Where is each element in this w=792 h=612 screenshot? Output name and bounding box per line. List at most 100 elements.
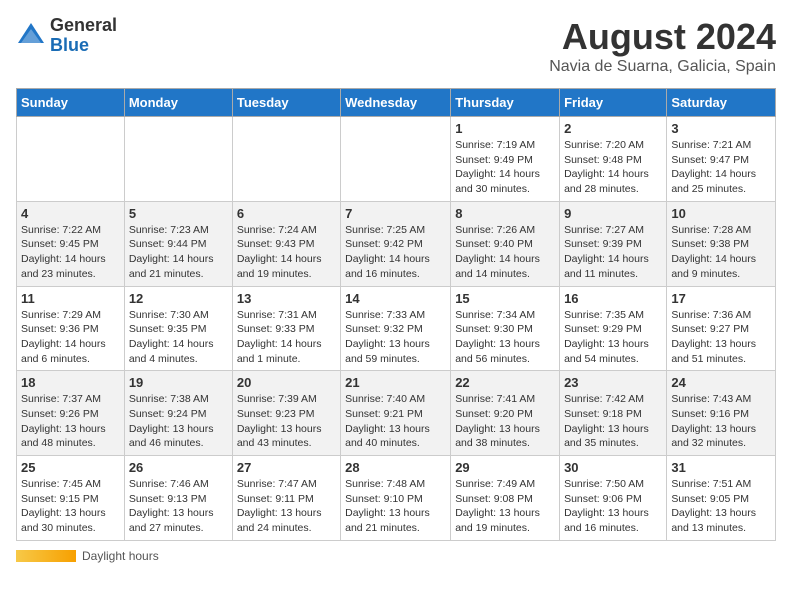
calendar-day-header: Thursday	[451, 89, 560, 117]
logo: General Blue	[16, 16, 117, 56]
calendar-cell: 28Sunrise: 7:48 AM Sunset: 9:10 PM Dayli…	[341, 456, 451, 541]
calendar-cell: 22Sunrise: 7:41 AM Sunset: 9:20 PM Dayli…	[451, 371, 560, 456]
day-number: 23	[564, 375, 662, 390]
day-number: 15	[455, 291, 555, 306]
daylight-bar	[16, 550, 76, 562]
day-info: Sunrise: 7:33 AM Sunset: 9:32 PM Dayligh…	[345, 308, 446, 367]
day-number: 27	[237, 460, 336, 475]
calendar-cell: 25 Sunrise: 7:45 AM Sunset: 9:15 PM Dayli…	[17, 456, 125, 541]
calendar-day-header: Saturday	[667, 89, 776, 117]
day-number: 4	[21, 206, 120, 221]
calendar-day-header: Friday	[560, 89, 667, 117]
day-info: Sunrise: 7:45 AM Sunset: 9:15 PM Dayligh…	[21, 477, 120, 536]
day-info: Sunrise: 7:49 AM Sunset: 9:08 PM Dayligh…	[455, 477, 555, 536]
day-number: 2	[564, 121, 662, 136]
day-info: Sunrise: 7:46 AM Sunset: 9:13 PM Dayligh…	[129, 477, 228, 536]
calendar-cell: 16 Sunrise: 7:35 AM Sunset: 9:29 PM Dayli…	[560, 286, 667, 371]
logo-general: General	[50, 16, 117, 36]
day-info: Sunrise: 7:35 AM Sunset: 9:29 PM Dayligh…	[564, 308, 662, 367]
day-number: 14	[345, 291, 446, 306]
day-number: 6	[237, 206, 336, 221]
calendar-header-row: SundayMondayTuesdayWednesdayThursdayFrid…	[17, 89, 776, 117]
day-number: 1	[455, 121, 555, 136]
title-block: August 2024 Navia de Suarna, Galicia, Sp…	[549, 16, 776, 76]
day-info: Sunrise: 7:34 AM Sunset: 9:30 PM Dayligh…	[455, 308, 555, 367]
day-info: Sunrise: 7:36 AM Sunset: 9:27 PM Dayligh…	[671, 308, 771, 367]
day-info: Sunrise: 7:19 AM Sunset: 9:49 PM Dayligh…	[455, 138, 555, 197]
calendar-cell: 1 Sunrise: 7:19 AM Sunset: 9:49 PM Daylig…	[451, 117, 560, 202]
day-info: Sunrise: 7:47 AM Sunset: 9:11 PM Dayligh…	[237, 477, 336, 536]
calendar-cell: 19 Sunrise: 7:38 AM Sunset: 9:24 PM Dayli…	[124, 371, 232, 456]
calendar-cell	[17, 117, 125, 202]
day-info: Sunrise: 7:26 AM Sunset: 9:40 PM Dayligh…	[455, 223, 555, 282]
calendar-cell: 3Sunrise: 7:21 AM Sunset: 9:47 PM Daylig…	[667, 117, 776, 202]
day-info: Sunrise: 7:48 AM Sunset: 9:10 PM Dayligh…	[345, 477, 446, 536]
logo-icon	[16, 21, 46, 51]
calendar-cell: 14 Sunrise: 7:33 AM Sunset: 9:32 PM Dayli…	[341, 286, 451, 371]
month-title: August 2024	[549, 16, 776, 58]
day-number: 22	[455, 375, 555, 390]
calendar-cell: 29 Sunrise: 7:49 AM Sunset: 9:08 PM Dayli…	[451, 456, 560, 541]
day-number: 19	[129, 375, 228, 390]
calendar-cell: 26 Sunrise: 7:46 AM Sunset: 9:13 PM Dayli…	[124, 456, 232, 541]
day-number: 17	[671, 291, 771, 306]
day-number: 9	[564, 206, 662, 221]
footer-note: Daylight hours	[16, 549, 776, 563]
day-info: Sunrise: 7:50 AM Sunset: 9:06 PM Dayligh…	[564, 477, 662, 536]
day-number: 30	[564, 460, 662, 475]
calendar-cell	[341, 117, 451, 202]
calendar-table: SundayMondayTuesdayWednesdayThursdayFrid…	[16, 88, 776, 541]
calendar-cell	[124, 117, 232, 202]
calendar-day-header: Sunday	[17, 89, 125, 117]
calendar-cell: 23 Sunrise: 7:42 AM Sunset: 9:18 PM Dayli…	[560, 371, 667, 456]
day-info: Sunrise: 7:21 AM Sunset: 9:47 PM Dayligh…	[671, 138, 771, 197]
page-header: General Blue August 2024 Navia de Suarna…	[16, 16, 776, 76]
day-number: 29	[455, 460, 555, 475]
calendar-cell: 17 Sunrise: 7:36 AM Sunset: 9:27 PM Dayli…	[667, 286, 776, 371]
day-info: Sunrise: 7:22 AM Sunset: 9:45 PM Dayligh…	[21, 223, 120, 282]
calendar-cell: 12Sunrise: 7:30 AM Sunset: 9:35 PM Dayli…	[124, 286, 232, 371]
calendar-week-row: 18 Sunrise: 7:37 AM Sunset: 9:26 PM Dayli…	[17, 371, 776, 456]
calendar-cell: 18 Sunrise: 7:37 AM Sunset: 9:26 PM Dayli…	[17, 371, 125, 456]
day-number: 13	[237, 291, 336, 306]
day-number: 31	[671, 460, 771, 475]
calendar-day-header: Tuesday	[232, 89, 340, 117]
calendar-cell: 8 Sunrise: 7:26 AM Sunset: 9:40 PM Daylig…	[451, 201, 560, 286]
day-number: 16	[564, 291, 662, 306]
calendar-cell: 15 Sunrise: 7:34 AM Sunset: 9:30 PM Dayli…	[451, 286, 560, 371]
calendar-day-header: Wednesday	[341, 89, 451, 117]
daylight-label: Daylight hours	[82, 549, 159, 563]
calendar-cell: 6 Sunrise: 7:24 AM Sunset: 9:43 PM Daylig…	[232, 201, 340, 286]
calendar-cell: 4 Sunrise: 7:22 AM Sunset: 9:45 PM Daylig…	[17, 201, 125, 286]
day-info: Sunrise: 7:40 AM Sunset: 9:21 PM Dayligh…	[345, 392, 446, 451]
day-info: Sunrise: 7:24 AM Sunset: 9:43 PM Dayligh…	[237, 223, 336, 282]
day-number: 20	[237, 375, 336, 390]
calendar-day-header: Monday	[124, 89, 232, 117]
calendar-cell: 2Sunrise: 7:20 AM Sunset: 9:48 PM Daylig…	[560, 117, 667, 202]
day-number: 21	[345, 375, 446, 390]
calendar-week-row: 1 Sunrise: 7:19 AM Sunset: 9:49 PM Daylig…	[17, 117, 776, 202]
day-number: 18	[21, 375, 120, 390]
day-number: 7	[345, 206, 446, 221]
day-info: Sunrise: 7:37 AM Sunset: 9:26 PM Dayligh…	[21, 392, 120, 451]
day-info: Sunrise: 7:43 AM Sunset: 9:16 PM Dayligh…	[671, 392, 771, 451]
day-info: Sunrise: 7:27 AM Sunset: 9:39 PM Dayligh…	[564, 223, 662, 282]
day-number: 26	[129, 460, 228, 475]
calendar-cell: 9 Sunrise: 7:27 AM Sunset: 9:39 PM Daylig…	[560, 201, 667, 286]
day-info: Sunrise: 7:30 AM Sunset: 9:35 PM Dayligh…	[129, 308, 228, 367]
day-info: Sunrise: 7:38 AM Sunset: 9:24 PM Dayligh…	[129, 392, 228, 451]
day-number: 10	[671, 206, 771, 221]
day-info: Sunrise: 7:42 AM Sunset: 9:18 PM Dayligh…	[564, 392, 662, 451]
calendar-cell: 11Sunrise: 7:29 AM Sunset: 9:36 PM Dayli…	[17, 286, 125, 371]
calendar-cell: 24Sunrise: 7:43 AM Sunset: 9:16 PM Dayli…	[667, 371, 776, 456]
day-number: 11	[21, 291, 120, 306]
calendar-week-row: 11Sunrise: 7:29 AM Sunset: 9:36 PM Dayli…	[17, 286, 776, 371]
calendar-cell: 7Sunrise: 7:25 AM Sunset: 9:42 PM Daylig…	[341, 201, 451, 286]
day-info: Sunrise: 7:23 AM Sunset: 9:44 PM Dayligh…	[129, 223, 228, 282]
day-info: Sunrise: 7:39 AM Sunset: 9:23 PM Dayligh…	[237, 392, 336, 451]
day-number: 25	[21, 460, 120, 475]
calendar-cell: 27 Sunrise: 7:47 AM Sunset: 9:11 PM Dayli…	[232, 456, 340, 541]
day-number: 8	[455, 206, 555, 221]
calendar-cell: 30 Sunrise: 7:50 AM Sunset: 9:06 PM Dayli…	[560, 456, 667, 541]
day-info: Sunrise: 7:28 AM Sunset: 9:38 PM Dayligh…	[671, 223, 771, 282]
